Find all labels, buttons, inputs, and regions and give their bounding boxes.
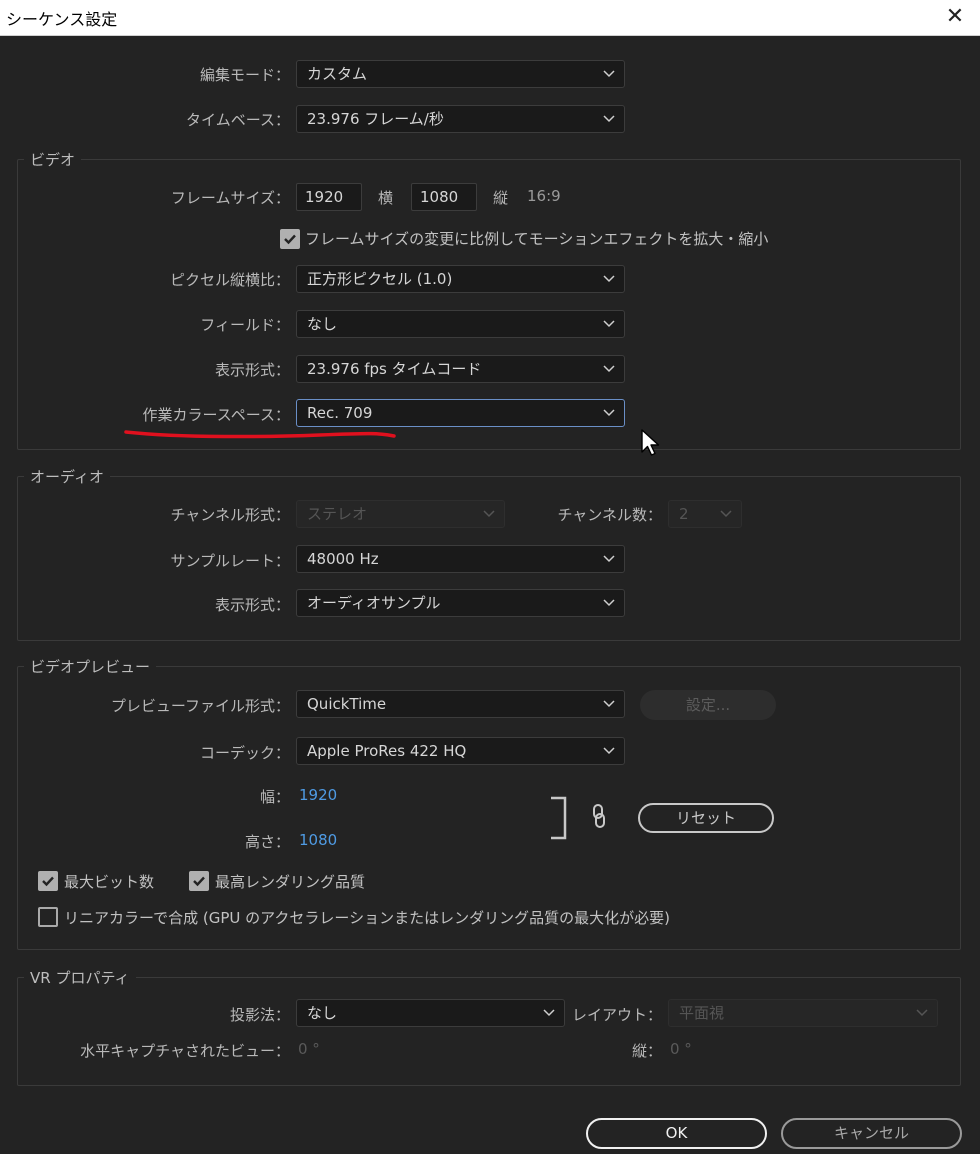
mouse-cursor-icon (641, 429, 660, 456)
edit-mode-label: 編集モード： (199, 66, 290, 84)
frame-height-input[interactable]: 1080 (411, 183, 477, 211)
projection-label: 投影法： (229, 1006, 290, 1024)
chevron-down-icon (720, 510, 732, 518)
projection-value: なし (307, 1004, 338, 1022)
close-icon[interactable]: ✕ (940, 3, 970, 33)
link-chain-icon[interactable] (590, 803, 608, 829)
fields-value: なし (307, 315, 338, 333)
max-render-quality-checkbox[interactable] (189, 871, 209, 891)
pixel-aspect-value: 正方形ピクセル (1.0) (307, 270, 453, 288)
horizontal-view-label: 水平キャプチャされたビュー： (80, 1042, 290, 1060)
annotation-underline (124, 430, 396, 439)
max-bit-depth-label: 最大ビット数 (64, 873, 155, 891)
window-title: シーケンス設定 (6, 10, 118, 29)
channel-format-value: ステレオ (307, 505, 368, 523)
sample-rate-dropdown[interactable]: 48000 Hz (296, 545, 625, 573)
codec-dropdown[interactable]: Apple ProRes 422 HQ (296, 737, 625, 765)
horizontal-view-value: 0 ° (298, 1040, 320, 1058)
chevron-down-icon (543, 1009, 555, 1017)
checkmark-icon (193, 876, 205, 887)
linear-color-label: リニアカラーで合成 (GPU のアクセラレーションまたはレンダリング品質の最大化… (64, 909, 670, 927)
preview-settings-button[interactable]: 設定... (640, 690, 776, 720)
preview-file-format-dropdown[interactable]: QuickTime (296, 690, 625, 718)
vr-properties-group (17, 977, 961, 1086)
checkmark-icon (42, 876, 54, 887)
edit-mode-dropdown[interactable]: カスタム (296, 60, 625, 88)
layout-dropdown[interactable]: 平面視 (668, 999, 938, 1027)
color-space-label: 作業カラースペース： (142, 406, 290, 424)
video-legend: ビデオ (24, 149, 82, 170)
pixel-aspect-label: ピクセル縦横比： (169, 271, 290, 289)
channel-format-label: チャンネル形式： (170, 506, 290, 524)
chevron-down-icon (483, 510, 495, 518)
fields-label: フィールド： (200, 316, 290, 334)
audio-legend: オーディオ (24, 466, 110, 487)
channel-count-dropdown[interactable]: 2 (668, 500, 742, 528)
chevron-down-icon (603, 365, 615, 373)
frame-width-unit: 横 (378, 189, 394, 207)
preview-file-format-value: QuickTime (307, 695, 387, 713)
reset-button[interactable]: リセット (638, 803, 774, 833)
codec-label: コーデック： (199, 744, 290, 762)
preview-height-value[interactable]: 1080 (299, 831, 337, 849)
channel-format-dropdown[interactable]: ステレオ (296, 500, 505, 528)
chevron-down-icon (603, 409, 615, 417)
chevron-down-icon (603, 555, 615, 563)
sample-rate-value: 48000 Hz (307, 550, 379, 568)
aspect-ratio: 16:9 (527, 187, 561, 205)
max-render-quality-label: 最高レンダリング品質 (215, 873, 366, 891)
sample-rate-label: サンプルレート： (170, 552, 290, 570)
audio-display-format-dropdown[interactable]: オーディオサンプル (296, 589, 625, 617)
preview-width-value[interactable]: 1920 (299, 786, 337, 804)
vertical-view-label: 縦： (631, 1042, 662, 1060)
preview-width-label: 幅： (259, 788, 290, 806)
scale-motion-label: フレームサイズの変更に比例してモーションエフェクトを拡大・縮小 (305, 230, 769, 248)
projection-dropdown[interactable]: なし (296, 999, 565, 1027)
fields-dropdown[interactable]: なし (296, 310, 625, 338)
chevron-down-icon (916, 1009, 928, 1017)
chevron-down-icon (603, 700, 615, 708)
checkmark-icon (284, 234, 296, 245)
channel-count-label: チャンネル数： (557, 506, 662, 524)
chevron-down-icon (603, 70, 615, 78)
linear-color-checkbox[interactable] (38, 907, 58, 927)
vr-legend: VR プロパティ (24, 967, 136, 988)
max-bit-depth-checkbox[interactable] (38, 871, 58, 891)
layout-value: 平面視 (679, 1004, 725, 1022)
bracket-icon (551, 796, 567, 840)
edit-mode-value: カスタム (307, 65, 368, 83)
frame-width-input[interactable]: 1920 (296, 183, 362, 211)
ok-button[interactable]: OK (586, 1118, 767, 1149)
preview-height-label: 高さ： (244, 833, 290, 851)
timebase-value: 23.976 フレーム/秒 (307, 110, 444, 128)
timebase-dropdown[interactable]: 23.976 フレーム/秒 (296, 105, 625, 133)
color-space-dropdown[interactable]: Rec. 709 (296, 399, 625, 427)
scale-motion-checkbox[interactable] (280, 229, 300, 249)
title-bar: シーケンス設定 ✕ (0, 0, 980, 36)
chevron-down-icon (603, 115, 615, 123)
chevron-down-icon (603, 599, 615, 607)
frame-height-unit: 縦 (493, 189, 509, 207)
codec-value: Apple ProRes 422 HQ (307, 742, 467, 760)
color-space-value: Rec. 709 (307, 404, 373, 422)
audio-display-format-label: 表示形式： (214, 596, 290, 614)
audio-display-format-value: オーディオサンプル (307, 594, 441, 612)
chevron-down-icon (603, 275, 615, 283)
vertical-view-value: 0 ° (670, 1040, 692, 1058)
video-display-format-value: 23.976 fps タイムコード (307, 360, 482, 378)
frame-size-label: フレームサイズ： (170, 189, 290, 207)
channel-count-value: 2 (679, 505, 689, 523)
preview-file-format-label: プレビューファイル形式： (110, 697, 290, 715)
video-preview-legend: ビデオプレビュー (24, 656, 157, 677)
cancel-button[interactable]: キャンセル (781, 1118, 962, 1149)
timebase-label: タイムベース： (186, 111, 290, 129)
layout-label: レイアウト： (571, 1006, 662, 1024)
pixel-aspect-dropdown[interactable]: 正方形ピクセル (1.0) (296, 265, 625, 293)
video-display-format-label: 表示形式： (214, 361, 290, 379)
chevron-down-icon (603, 320, 615, 328)
chevron-down-icon (603, 747, 615, 755)
video-display-format-dropdown[interactable]: 23.976 fps タイムコード (296, 355, 625, 383)
